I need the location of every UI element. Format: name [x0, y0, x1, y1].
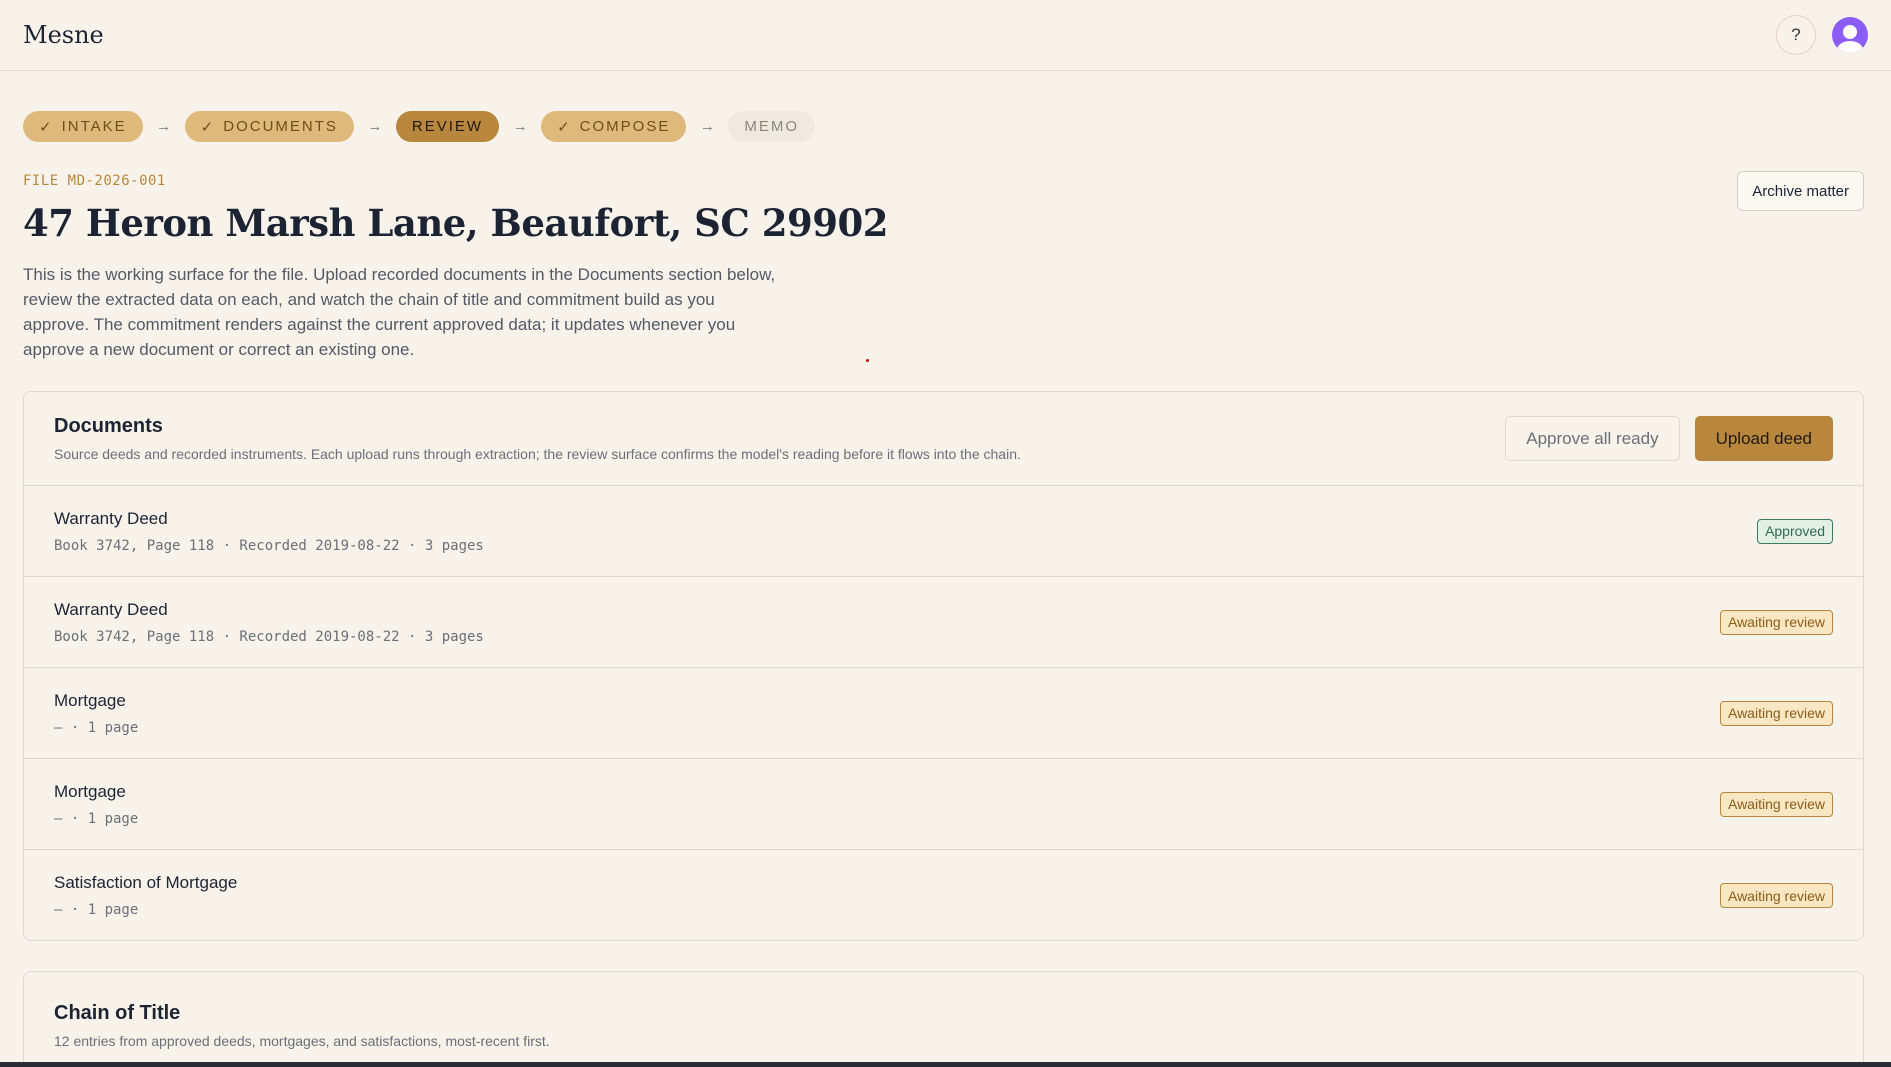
user-avatar[interactable]	[1832, 17, 1868, 53]
document-info: Satisfaction of Mortgage — · 1 page	[54, 873, 237, 918]
status-badge: Awaiting review	[1719, 700, 1833, 726]
status-badge: Awaiting review	[1719, 791, 1833, 817]
step-compose[interactable]: ✓ COMPOSE	[541, 111, 687, 142]
avatar-head-icon	[1843, 25, 1857, 39]
bottom-edge	[0, 1062, 1891, 1067]
step-label: MEMO	[744, 118, 800, 135]
documents-header: Documents Source deeds and recorded inst…	[24, 392, 1863, 486]
approve-all-button[interactable]: Approve all ready	[1505, 416, 1680, 461]
top-bar: Mesne ?	[0, 0, 1891, 71]
document-meta: Book 3742, Page 118 · Recorded 2019-08-2…	[54, 628, 484, 645]
page-title: 47 Heron Marsh Lane, Beaufort, SC 29902	[23, 201, 888, 245]
chain-header: Chain of Title 12 entries from approved …	[24, 972, 1863, 1067]
check-icon: ✓	[557, 118, 572, 136]
page: Mesne ? ✓ INTAKE → ✓ DOCUMENTS → REVIEW …	[0, 0, 1891, 1067]
step-documents[interactable]: ✓ DOCUMENTS	[184, 111, 354, 142]
document-name: Satisfaction of Mortgage	[54, 873, 238, 892]
document-row[interactable]: Warranty Deed Book 3742, Page 118 · Reco…	[24, 577, 1863, 668]
arrow-right-icon: →	[699, 118, 715, 135]
document-info: Mortgage — · 1 page	[54, 782, 138, 827]
arrow-right-icon: →	[156, 118, 172, 135]
archive-matter-button[interactable]: Archive matter	[1737, 171, 1864, 211]
document-meta: — · 1 page	[54, 810, 139, 827]
chain-subtitle: 12 entries from approved deeds, mortgage…	[54, 1033, 550, 1049]
document-name: Warranty Deed	[54, 508, 168, 528]
documents-actions: Approve all ready Upload deed	[1505, 416, 1833, 461]
documents-subtitle: Source deeds and recorded instruments. E…	[54, 446, 1021, 462]
status-badge: Awaiting review	[1719, 883, 1833, 908]
help-button[interactable]: ?	[1776, 15, 1816, 55]
document-meta: — · 1 page	[54, 902, 139, 918]
file-id: FILE MD-2026-001	[23, 173, 166, 189]
document-row[interactable]: Warranty Deed Book 3742, Page 118 · Reco…	[24, 486, 1863, 577]
brand-logo[interactable]: Mesne	[23, 21, 104, 49]
step-label: COMPOSE	[579, 118, 671, 135]
status-badge: Awaiting review	[1719, 609, 1833, 635]
documents-title: Documents	[54, 415, 163, 437]
arrow-right-icon: →	[367, 118, 383, 135]
step-memo[interactable]: MEMO	[728, 111, 816, 142]
status-badge: Approved	[1757, 518, 1833, 544]
step-label: DOCUMENTS	[223, 118, 338, 135]
step-label: REVIEW	[411, 118, 484, 135]
check-icon: ✓	[200, 118, 216, 136]
document-row[interactable]: Mortgage — · 1 page Awaiting review	[24, 759, 1863, 850]
workflow-steps: ✓ INTAKE → ✓ DOCUMENTS → REVIEW → ✓ COMP…	[23, 111, 816, 142]
avatar-body-icon	[1837, 41, 1863, 53]
documents-heading: Documents Source deeds and recorded inst…	[54, 415, 1021, 462]
intro-text: This is the working surface for the file…	[23, 265, 776, 359]
document-meta: Book 3742, Page 118 · Recorded 2019-08-2…	[54, 537, 484, 554]
document-name: Mortgage	[54, 781, 126, 801]
step-review[interactable]: REVIEW	[395, 111, 500, 142]
document-row[interactable]: Satisfaction of Mortgage — · 1 page Awai…	[24, 850, 1863, 941]
cursor-dot	[866, 359, 869, 362]
chain-title: Chain of Title	[54, 1002, 181, 1024]
document-row[interactable]: Mortgage — · 1 page Awaiting review	[24, 668, 1863, 759]
upload-deed-button[interactable]: Upload deed	[1694, 416, 1833, 461]
top-actions: ?	[1776, 15, 1868, 55]
document-name: Warranty Deed	[54, 599, 168, 619]
document-info: Mortgage — · 1 page	[54, 691, 138, 736]
check-icon: ✓	[39, 118, 54, 136]
document-meta: — · 1 page	[54, 719, 139, 736]
step-intake[interactable]: ✓ INTAKE	[23, 111, 143, 142]
chain-of-title-card: Chain of Title 12 entries from approved …	[23, 971, 1864, 1067]
arrow-right-icon: →	[512, 118, 528, 135]
documents-card: Documents Source deeds and recorded inst…	[23, 391, 1864, 941]
document-info: Warranty Deed Book 3742, Page 118 · Reco…	[54, 600, 484, 645]
document-name: Mortgage	[54, 690, 126, 710]
document-info: Warranty Deed Book 3742, Page 118 · Reco…	[54, 509, 484, 554]
step-label: INTAKE	[61, 118, 127, 135]
